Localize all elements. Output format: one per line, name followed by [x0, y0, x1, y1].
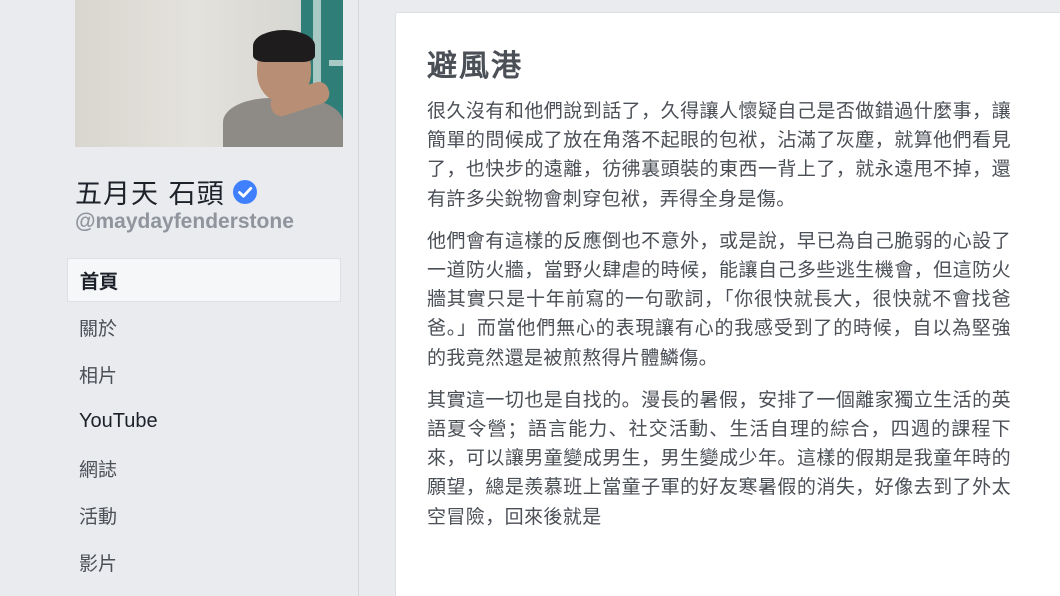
nav-item-events[interactable]: 活動	[67, 492, 341, 539]
note-title: 避風港	[427, 49, 523, 84]
page-name-text[interactable]: 五月天 石頭	[75, 172, 225, 211]
profile-photo[interactable]	[75, 0, 343, 147]
nav-item-home[interactable]: 首頁	[67, 258, 341, 302]
main-content: 避風港 很久沒有和他們說到話了，久得讓人懷疑自己是否做錯過什麼事，讓簡單的問候成…	[376, 0, 1060, 596]
photo-person-hair	[253, 30, 315, 62]
nav-item-photos[interactable]: 相片	[67, 351, 341, 398]
nav-item-notes[interactable]: 網誌	[67, 445, 341, 492]
page-nav: 首頁 關於 相片 YouTube 網誌 活動 影片	[67, 258, 341, 586]
verified-badge-icon	[232, 179, 257, 204]
page-name[interactable]: 五月天 石頭	[75, 172, 257, 211]
page-handle[interactable]: @maydayfenderstone	[75, 210, 294, 234]
column-divider	[358, 0, 376, 596]
page-sidebar: 五月天 石頭 @maydayfenderstone 首頁 關於 相片 YouTu…	[0, 0, 358, 596]
note-body: 很久沒有和他們說到話了，久得讓人懷疑自己是否做錯過什麼事，讓簡單的問候成了放在角…	[427, 97, 1011, 545]
note-card: 避風港 很久沒有和他們說到話了，久得讓人懷疑自己是否做錯過什麼事，讓簡單的問候成…	[395, 12, 1060, 596]
nav-item-about[interactable]: 關於	[67, 304, 341, 351]
nav-item-youtube[interactable]: YouTube	[67, 398, 341, 445]
nav-item-videos[interactable]: 影片	[67, 539, 341, 586]
note-paragraph: 其實這一切也是自找的。漫長的暑假，安排了一個離家獨立生活的英語夏令營；語言能力、…	[427, 388, 1011, 528]
note-paragraph: 很久沒有和他們說到話了，久得讓人懷疑自己是否做錯過什麼事，讓簡單的問候成了放在角…	[427, 100, 1011, 210]
note-paragraph: 他們會有這樣的反應倒也不意外，或是說，早已為自己脆弱的心設了一道防火牆，當野火肆…	[427, 229, 1011, 369]
